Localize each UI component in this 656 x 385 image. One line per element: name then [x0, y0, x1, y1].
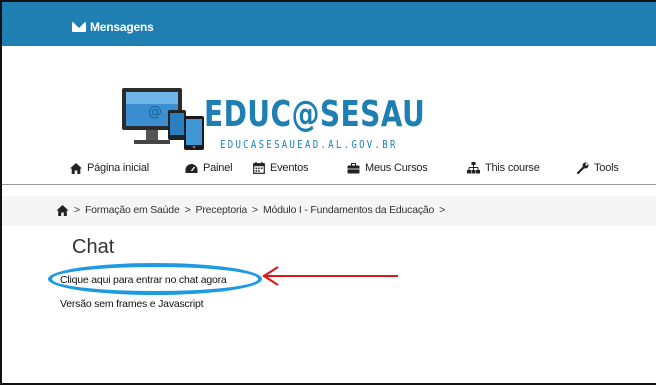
wrench-icon: [577, 162, 589, 174]
breadcrumb-item-modulo[interactable]: Módulo I - Fundamentos da Educação: [263, 204, 434, 216]
breadcrumb-trail: > Formação em Saúde > Preceptoria > Módu…: [56, 204, 445, 216]
logo-url: EDUCASESAUEAD.AL.GOV.BR: [220, 138, 398, 151]
briefcase-icon: [347, 162, 360, 173]
home-icon: [70, 162, 82, 174]
messages-link[interactable]: Mensagens: [72, 20, 154, 34]
annotation-arrow-icon: [262, 266, 398, 286]
breadcrumb: > Formação em Saúde > Preceptoria > Módu…: [2, 196, 656, 226]
nav-label: Eventos: [270, 162, 309, 174]
breadcrumb-separator: >: [439, 204, 446, 216]
nav-label: Tools: [594, 162, 619, 174]
calendar-icon: [253, 162, 265, 174]
svg-text:@: @: [148, 104, 162, 120]
breadcrumb-item-preceptoria[interactable]: Preceptoria: [196, 204, 248, 216]
envelope-icon: [72, 22, 86, 32]
logo-wordmark: EDUC@SESAU: [204, 94, 426, 135]
nav-label: Meus Cursos: [365, 162, 428, 174]
main-navigation: Página inicial Painel Eventos Meus Curso…: [2, 160, 656, 182]
sitemap-icon: [467, 162, 480, 174]
nav-label: Painel: [203, 162, 233, 174]
breadcrumb-item-formacao[interactable]: Formação em Saúde: [85, 204, 180, 216]
nav-label: Página inicial: [87, 162, 150, 174]
breadcrumb-separator: >: [252, 204, 258, 216]
messages-label: Mensagens: [90, 20, 154, 34]
page-title: Chat: [72, 236, 115, 258]
breadcrumb-separator: >: [184, 204, 191, 216]
page-frame: [0, 0, 656, 385]
nav-item-dashboard[interactable]: Painel: [185, 162, 233, 174]
dashboard-icon: [185, 163, 198, 173]
nav-label: This course: [485, 162, 540, 174]
computer-devices-icon: @: [122, 88, 204, 150]
nav-item-this-course[interactable]: This course: [467, 162, 540, 174]
highlight-ellipse: [48, 263, 262, 295]
nav-item-home[interactable]: Página inicial: [70, 162, 149, 174]
nav-item-events[interactable]: Eventos: [253, 162, 309, 174]
top-bar: Mensagens: [2, 2, 656, 46]
site-logo[interactable]: @ EDUC@SESAU EDUCASESAUEAD.AL.GOV.BR: [122, 86, 426, 158]
breadcrumb-separator: >: [74, 204, 80, 216]
nav-item-my-courses[interactable]: Meus Cursos: [347, 162, 428, 174]
no-frames-link[interactable]: Versão sem frames e Javascript: [60, 298, 204, 310]
nav-divider: [2, 184, 656, 185]
home-icon[interactable]: [56, 204, 69, 216]
nav-item-tools[interactable]: Tools: [577, 162, 619, 174]
